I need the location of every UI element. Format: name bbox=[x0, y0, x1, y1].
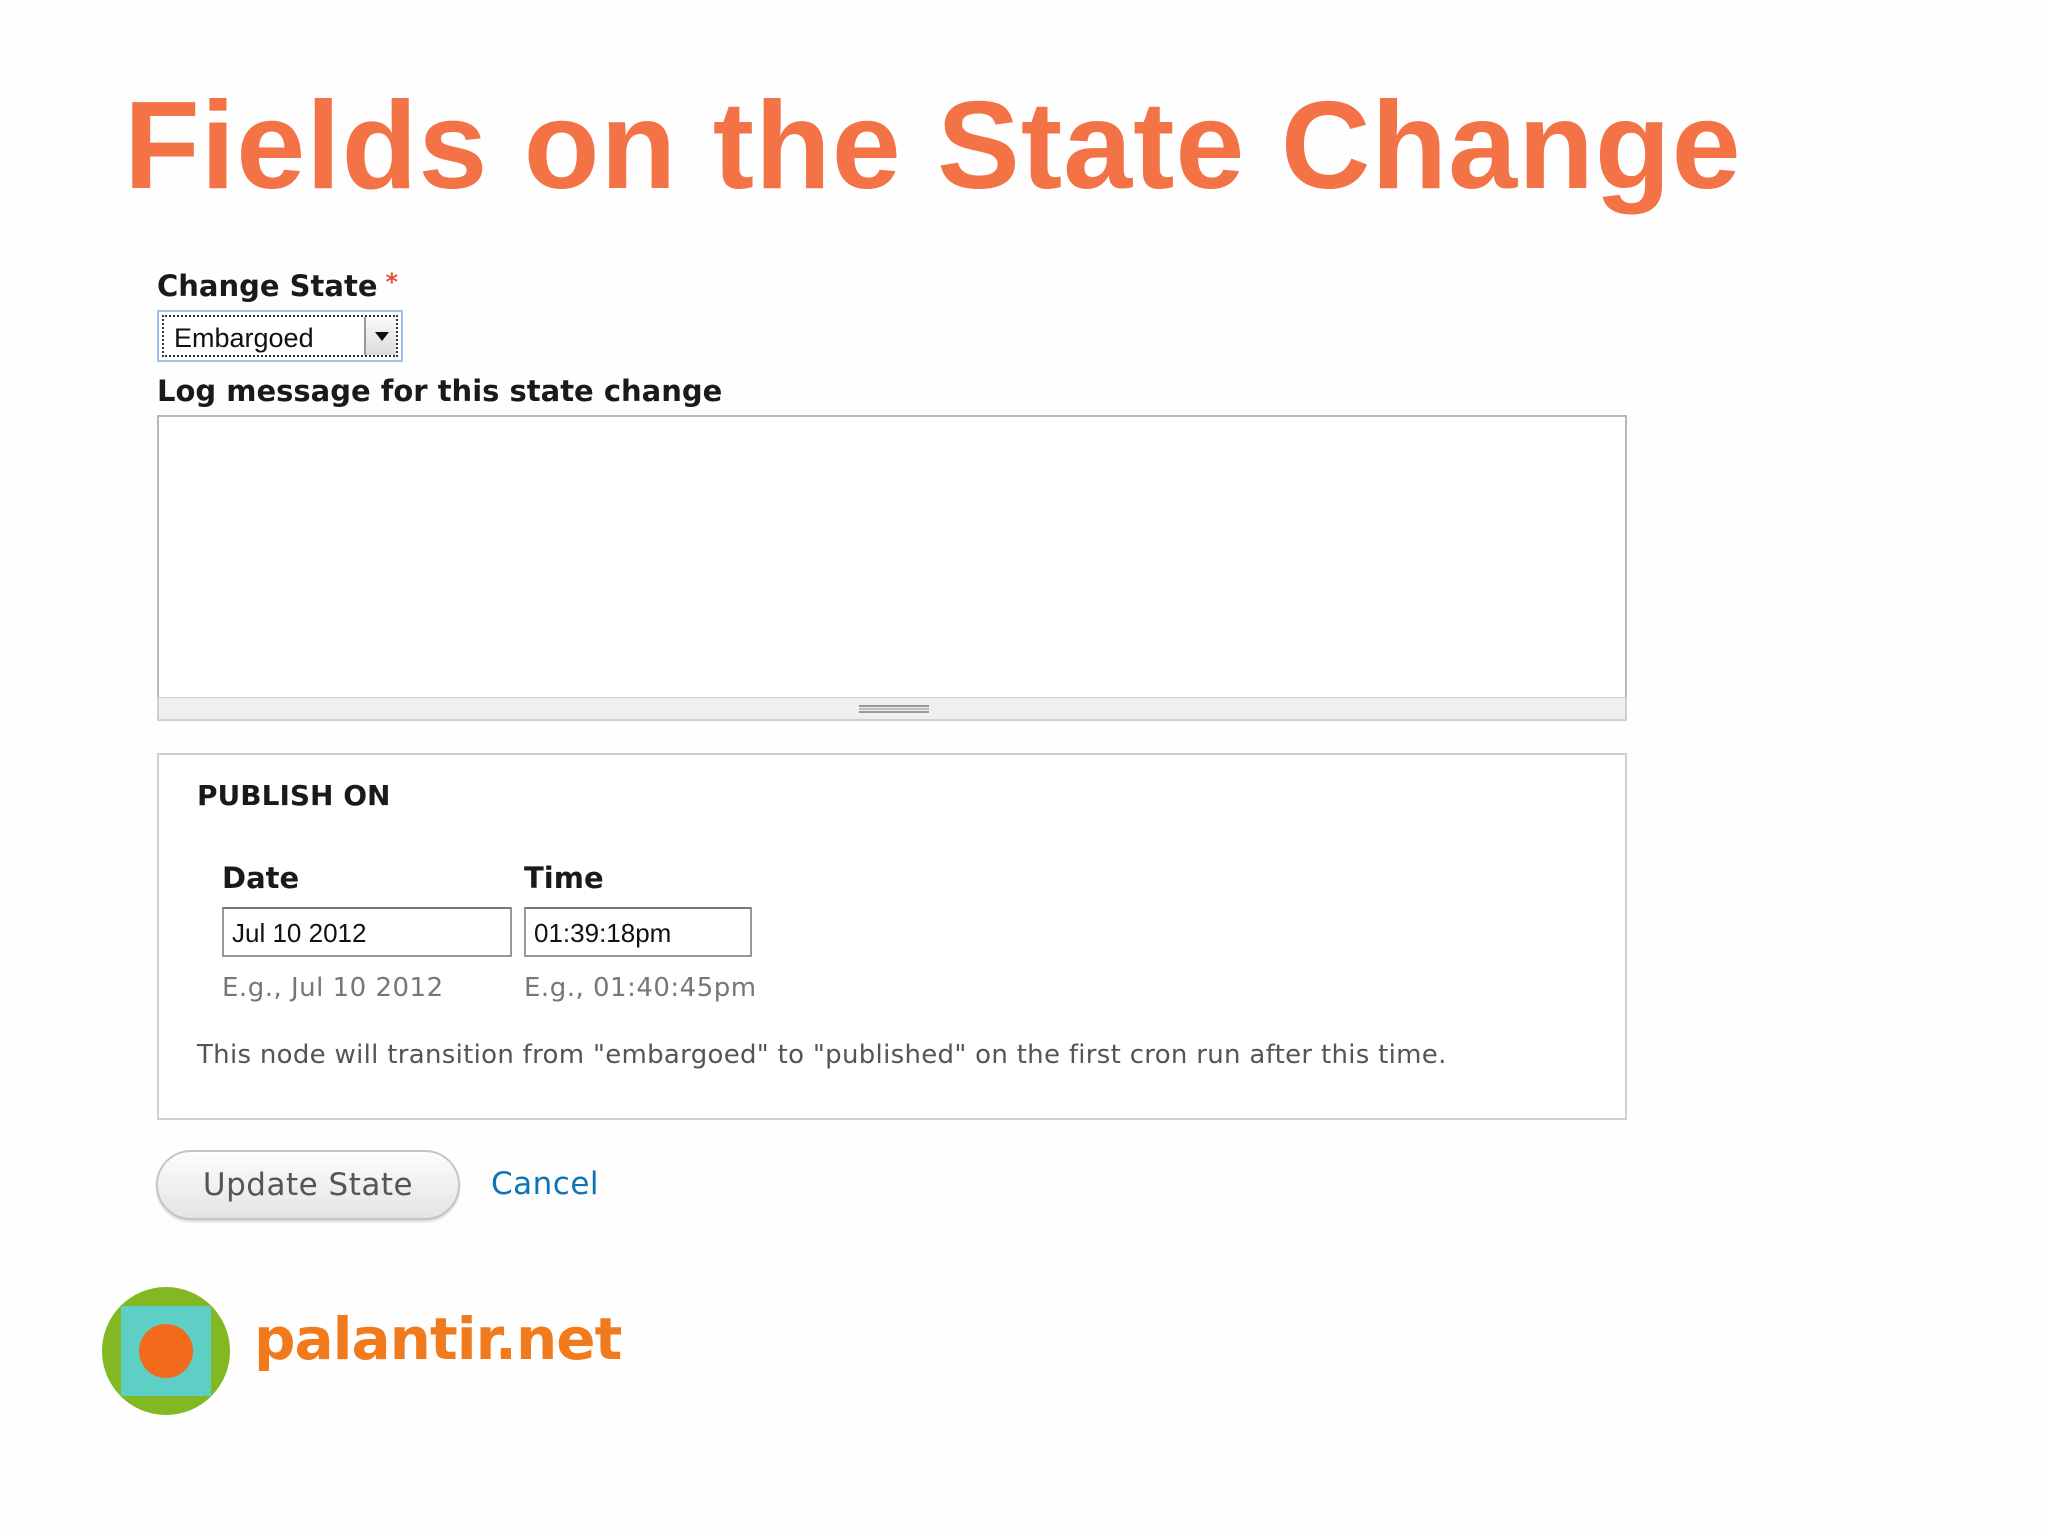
time-label: Time bbox=[524, 861, 604, 895]
publish-on-fieldset: PUBLISH ON Date Jul 10 2012 E.g., Jul 10… bbox=[157, 753, 1627, 1120]
cancel-link[interactable]: Cancel bbox=[491, 1166, 599, 1202]
brand-name: palantir.net bbox=[254, 1305, 622, 1373]
chevron-down-icon[interactable] bbox=[364, 317, 396, 355]
change-state-select[interactable]: Embargoed bbox=[157, 310, 403, 362]
palantir-logo-icon bbox=[102, 1287, 230, 1415]
log-message-textarea[interactable] bbox=[157, 415, 1627, 697]
change-state-selected-value: Embargoed bbox=[174, 323, 314, 353]
log-message-label: Log message for this state change bbox=[157, 374, 723, 408]
time-input[interactable]: 01:39:18pm bbox=[524, 907, 752, 957]
update-state-button[interactable]: Update State bbox=[156, 1150, 460, 1220]
date-label: Date bbox=[222, 861, 300, 895]
change-state-label-text: Change State bbox=[157, 269, 378, 303]
textarea-resize-handle[interactable] bbox=[157, 697, 1627, 721]
grip-lines-icon bbox=[859, 705, 929, 713]
required-marker: * bbox=[385, 268, 399, 296]
time-hint: E.g., 01:40:45pm bbox=[524, 973, 757, 1003]
publish-on-description: This node will transition from "embargoe… bbox=[197, 1040, 1447, 1070]
slide-title: Fields on the State Change bbox=[124, 77, 1742, 215]
date-input[interactable]: Jul 10 2012 bbox=[222, 907, 512, 957]
date-hint: E.g., Jul 10 2012 bbox=[222, 973, 444, 1003]
change-state-select-focus[interactable]: Embargoed bbox=[162, 315, 398, 357]
change-state-label: Change State * bbox=[157, 268, 398, 303]
publish-on-legend: PUBLISH ON bbox=[197, 779, 391, 812]
